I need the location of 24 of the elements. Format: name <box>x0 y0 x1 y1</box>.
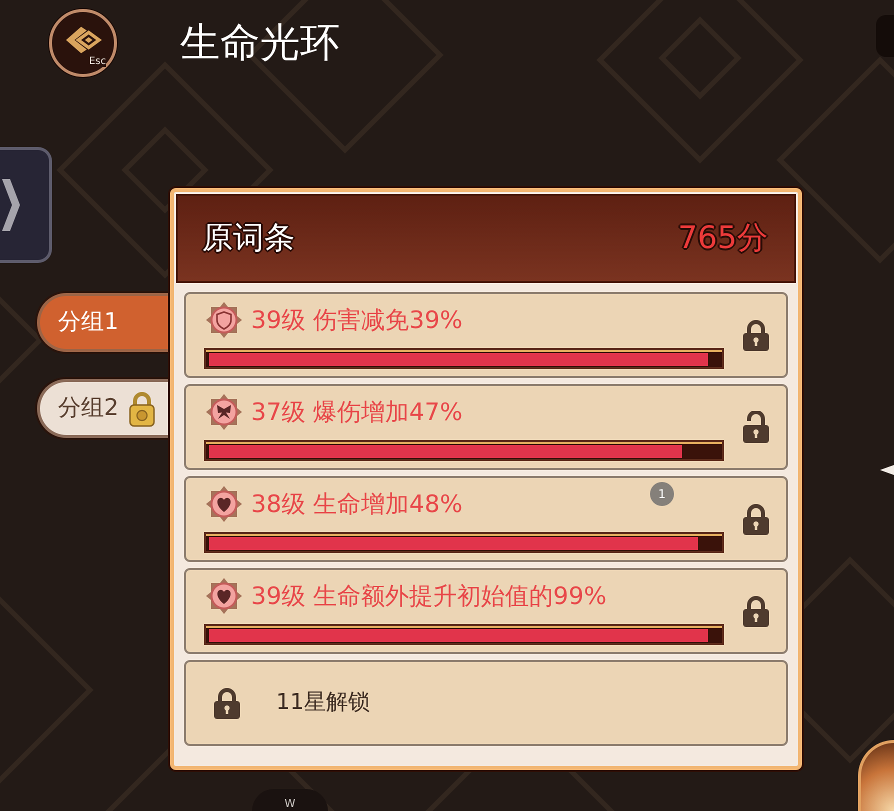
wings-medallion-icon <box>206 394 242 430</box>
padlock-icon[interactable] <box>742 503 770 535</box>
triangle-icon <box>880 463 894 477</box>
heart-medallion-icon <box>206 578 242 614</box>
key-label: Esc <box>88 57 106 67</box>
heart-medallion-icon <box>206 486 242 522</box>
affix-text: 38级 生命增加48% <box>251 492 463 516</box>
open-padlock-icon[interactable] <box>742 411 770 443</box>
chevron-right-icon <box>2 179 20 231</box>
padlock-icon[interactable] <box>742 319 770 351</box>
page-title: 生命光环 <box>180 21 340 65</box>
affix-text: 39级 伤害减免39% <box>251 308 463 332</box>
padlock-icon[interactable] <box>742 595 770 627</box>
panel-title: 原词条 <box>202 223 295 254</box>
affix-text: 39级 生命额外提升初始值的99% <box>251 584 607 608</box>
expand-tab[interactable] <box>0 147 52 263</box>
count-badge: 1 <box>650 482 674 506</box>
round-button[interactable] <box>858 740 894 811</box>
shield-medallion-icon <box>206 302 242 338</box>
back-button[interactable]: Esc <box>49 9 117 77</box>
affix-text: 37级 爆伤增加47% <box>251 400 463 424</box>
unlock-requirement: 11星解锁 <box>276 692 370 714</box>
score-text: 765分 <box>678 223 768 254</box>
key-hint[interactable]: W <box>252 789 328 811</box>
